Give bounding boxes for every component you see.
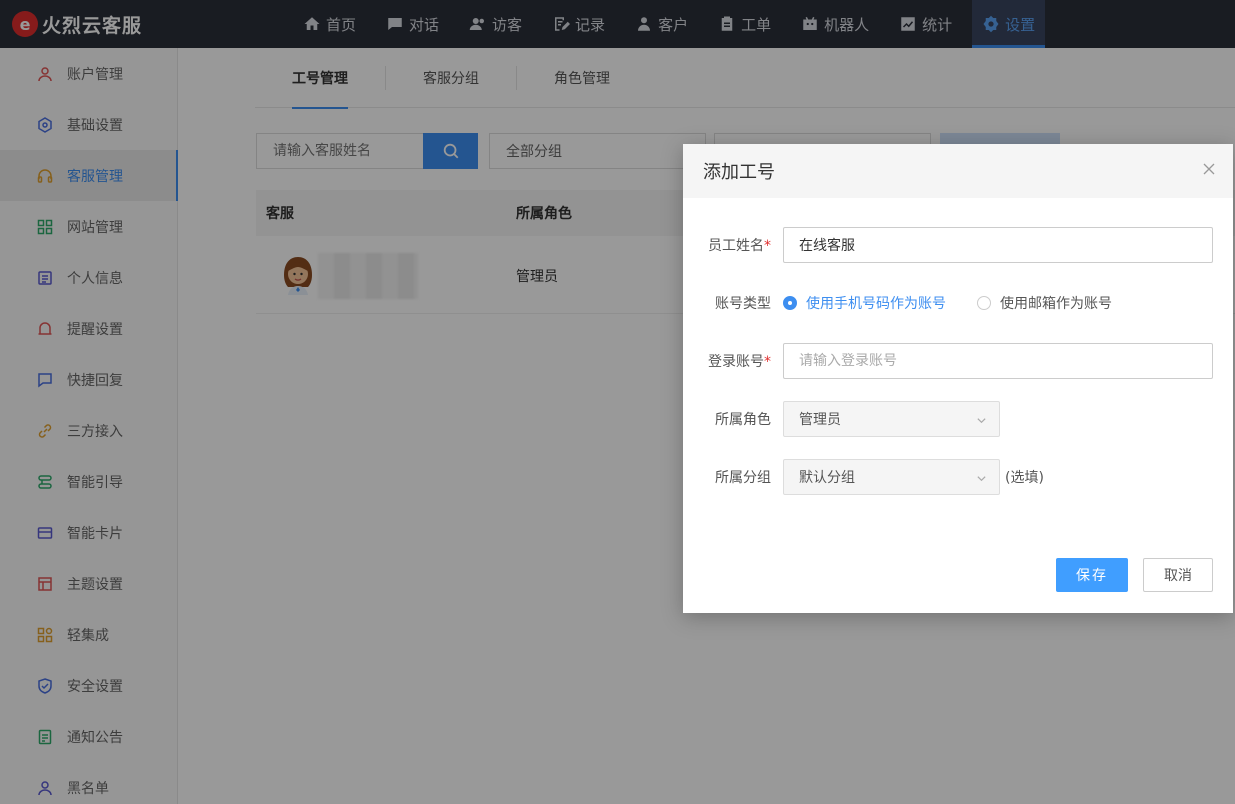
- radio-checked-icon: [783, 296, 797, 310]
- field-row-name: 员工姓名*: [683, 227, 1233, 263]
- radio-phone-account[interactable]: 使用手机号码作为账号: [783, 293, 946, 313]
- add-agent-dialog: 添加工号 员工姓名* 账号类型 使用手机号码作为账号 使用邮箱作为账号 登录账号…: [683, 144, 1233, 613]
- chevron-down-icon: [977, 476, 986, 482]
- login-account-input[interactable]: [783, 343, 1213, 379]
- radio-email-account[interactable]: 使用邮箱作为账号: [977, 293, 1112, 313]
- save-button[interactable]: 保存: [1056, 558, 1128, 592]
- account-type-label: 账号类型: [715, 296, 771, 312]
- cancel-button[interactable]: 取消: [1143, 558, 1213, 592]
- field-row-role: 所属角色 管理员: [683, 401, 1233, 437]
- chevron-down-icon: [977, 418, 986, 424]
- login-label: 登录账号*: [708, 354, 771, 370]
- name-label: 员工姓名*: [708, 238, 771, 254]
- role-label: 所属角色: [715, 412, 771, 428]
- group-label: 所属分组: [715, 470, 771, 486]
- field-row-login: 登录账号*: [683, 343, 1233, 379]
- role-select[interactable]: 管理员: [783, 401, 1000, 437]
- dialog-header: 添加工号: [683, 144, 1233, 198]
- optional-hint: (选填): [1005, 470, 1044, 486]
- employee-name-input[interactable]: [783, 227, 1213, 263]
- required-mark: *: [764, 238, 771, 254]
- required-mark: *: [764, 354, 771, 370]
- group-select[interactable]: 默认分组: [783, 459, 1000, 495]
- radio-unchecked-icon: [977, 296, 991, 310]
- field-row-group: 所属分组 默认分组 (选填): [683, 459, 1233, 495]
- field-row-account-type: 账号类型 使用手机号码作为账号 使用邮箱作为账号: [683, 285, 1233, 321]
- dialog-title: 添加工号: [703, 162, 775, 183]
- close-icon[interactable]: [1201, 161, 1217, 177]
